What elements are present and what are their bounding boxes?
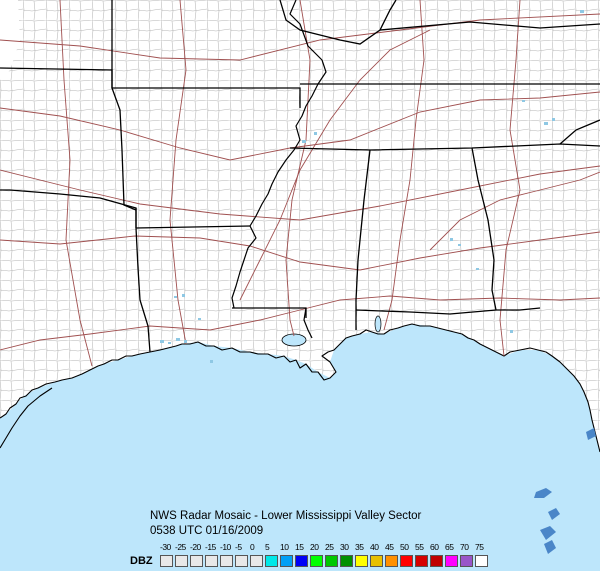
legend-level-label: 40 <box>370 542 379 552</box>
map-caption: NWS Radar Mosaic - Lower Mississippi Val… <box>150 509 421 539</box>
legend-color-swatch <box>220 555 233 567</box>
legend-unit-label: DBZ <box>130 555 153 567</box>
legend-level-label: 65 <box>445 542 454 552</box>
legend-level-label: 50 <box>400 542 409 552</box>
legend-level-label: -30 <box>160 542 171 552</box>
legend-level-label: -10 <box>220 542 231 552</box>
legend-color-swatch <box>295 555 308 567</box>
legend-color-swatch <box>325 555 338 567</box>
legend-color-swatch <box>235 555 248 567</box>
legend-level-label: 0 <box>250 542 255 552</box>
legend-scale-labels: -30 -25 -20 -15 -10 -5 0 5 10 15 20 25 30 35 40 45 50 55 6… <box>160 541 490 553</box>
legend-level-label: -5 <box>235 542 242 552</box>
legend-level-label: 30 <box>340 542 349 552</box>
map-timestamp: 0538 UTC 01/16/2009 <box>150 525 264 537</box>
legend-level-label: 45 <box>385 542 394 552</box>
legend-level-label: 10 <box>280 542 289 552</box>
legend-color-swatch <box>340 555 353 567</box>
map-title: NWS Radar Mosaic - Lower Mississippi Val… <box>150 510 422 522</box>
radar-map: NWS Radar Mosaic - Lower Mississippi Val… <box>0 0 600 571</box>
legend-color-swatch <box>475 555 488 567</box>
legend-level-label: 75 <box>475 542 484 552</box>
legend-color-swatch <box>175 555 188 567</box>
legend-level-label: 60 <box>430 542 439 552</box>
legend-level-label: -25 <box>175 542 186 552</box>
legend-color-swatch <box>385 555 398 567</box>
legend-level-label: 20 <box>310 542 319 552</box>
legend-color-swatch <box>250 555 263 567</box>
legend-color-swatch <box>445 555 458 567</box>
legend-color-swatch <box>460 555 473 567</box>
legend-color-swatch <box>280 555 293 567</box>
legend-color-swatch <box>160 555 173 567</box>
legend-level-label: 15 <box>295 542 304 552</box>
legend-color-swatch <box>310 555 323 567</box>
legend-level-label: 5 <box>265 542 270 552</box>
legend-color-swatch <box>355 555 368 567</box>
legend-level-label: 55 <box>415 542 424 552</box>
legend-color-swatch <box>370 555 383 567</box>
legend-level-label: 35 <box>355 542 364 552</box>
legend-color-swatch <box>415 555 428 567</box>
legend-color-swatch <box>190 555 203 567</box>
legend-level-label: -15 <box>205 542 216 552</box>
legend-color-swatch <box>265 555 278 567</box>
legend-level-label: 25 <box>325 542 334 552</box>
legend-color-swatch <box>430 555 443 567</box>
radar-map-canvas <box>0 0 600 571</box>
legend-color-swatch <box>205 555 218 567</box>
legend-level-label: -20 <box>190 542 201 552</box>
mobile-bay <box>374 315 382 333</box>
legend-color-swatch <box>400 555 413 567</box>
legend-level-label: 70 <box>460 542 469 552</box>
